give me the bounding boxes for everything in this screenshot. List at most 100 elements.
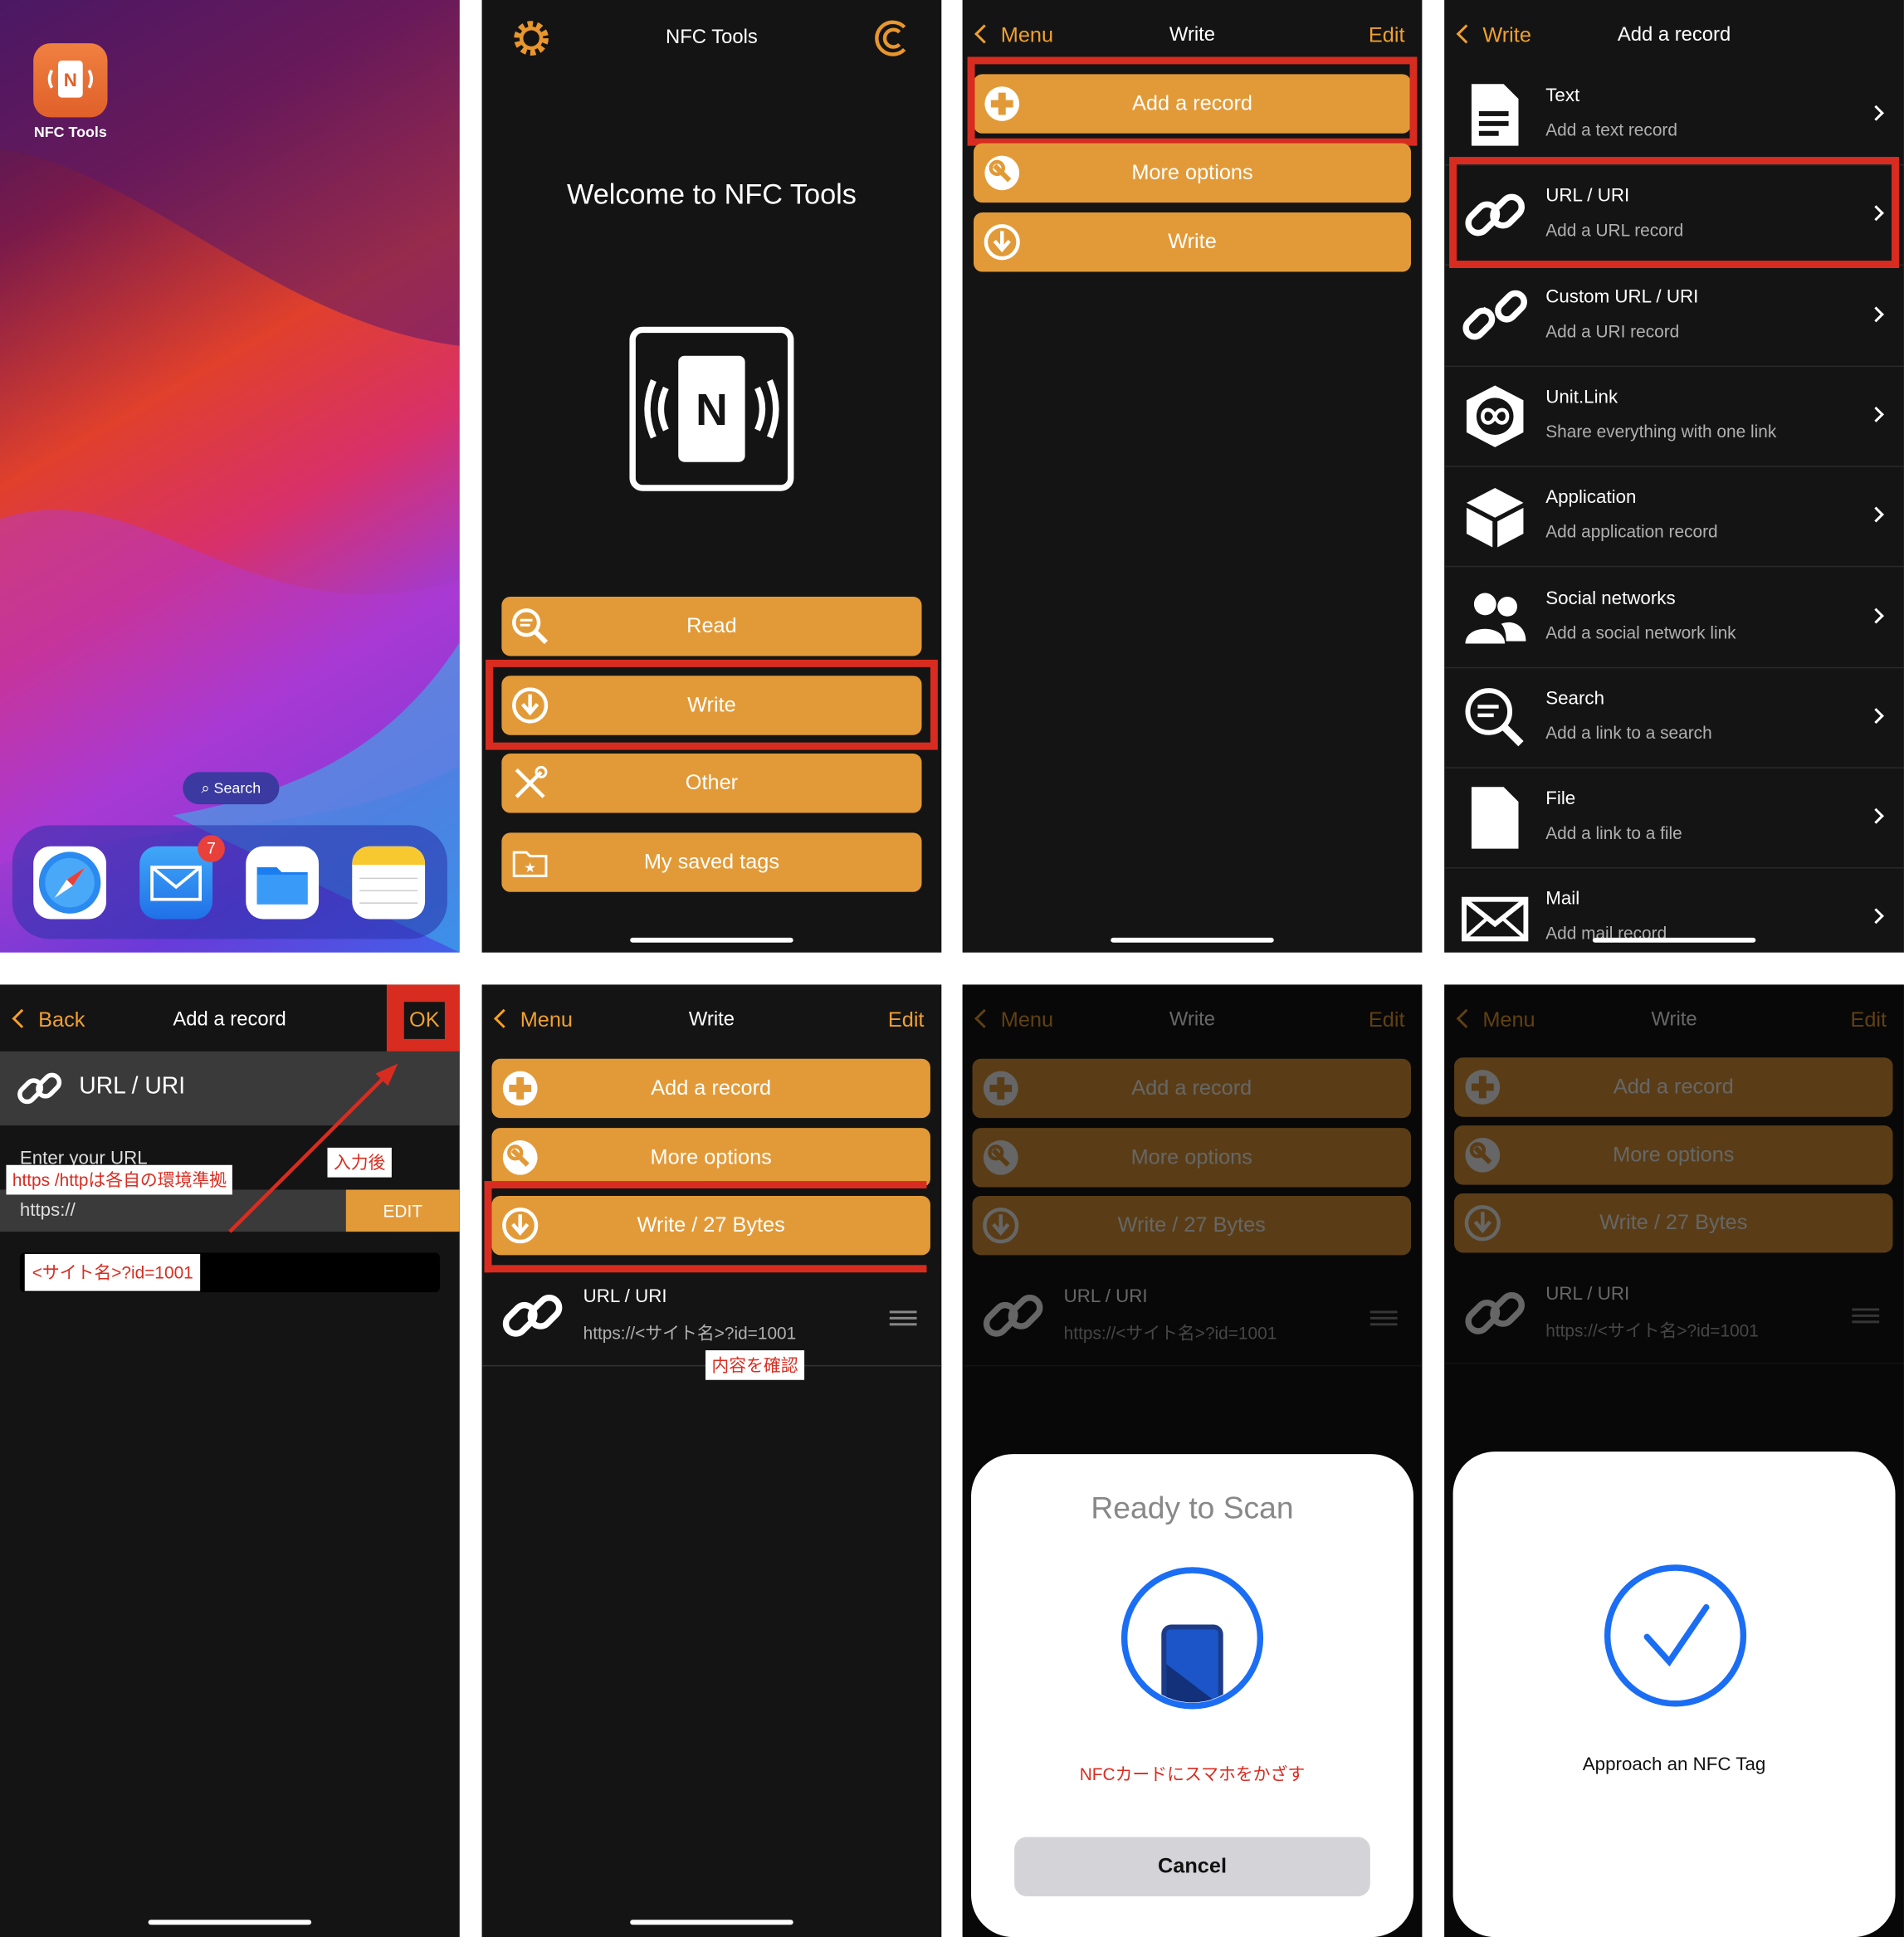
safari-icon[interactable] [33, 846, 107, 920]
more-options-label: More options [1131, 160, 1253, 184]
scan-sheet: Ready to Scan NFCカードにスマホをかざす Cancel [971, 1454, 1413, 1937]
row-title: Social networks [1545, 588, 1676, 609]
nfc-tools-app-icon[interactable]: N [33, 43, 108, 118]
add-record-label: Add a record [651, 1076, 772, 1100]
welcome-text: Welcome to NFC Tools [567, 178, 857, 211]
home-indicator [1111, 937, 1274, 943]
read-label: Read [686, 613, 737, 638]
chevron-right-icon [1867, 306, 1884, 323]
scan-title: Ready to Scan [1091, 1491, 1294, 1526]
nav-title: Write [688, 1009, 735, 1031]
chevron-right-icon [1867, 105, 1884, 121]
scan-instruction: NFCカードにスマホをかざす [1079, 1764, 1306, 1784]
download-icon [984, 224, 1020, 261]
checkmark-icon [1604, 1564, 1747, 1707]
saved-tags-label: My saved tags [643, 850, 780, 874]
row-subtitle: Add a text record [1545, 120, 1677, 140]
cube-icon [1466, 487, 1524, 548]
chevron-right-icon [1867, 406, 1884, 422]
wrench-icon [502, 1139, 538, 1175]
search-pill-label: Search [213, 779, 261, 798]
dock: 7 [12, 825, 447, 939]
record-type-application[interactable]: Application Add application record [1444, 467, 1904, 568]
row-title: Text [1545, 85, 1580, 107]
write-action-button[interactable]: Write [974, 212, 1411, 272]
magnifier-icon [512, 608, 549, 645]
annotation-confirm: 内容を確認 [705, 1350, 805, 1380]
other-button[interactable]: Other [501, 754, 922, 813]
notes-icon[interactable] [352, 846, 426, 920]
row-subtitle: Add a URI record [1545, 321, 1680, 341]
row-subtitle: Add a link to a search [1545, 722, 1712, 743]
record-type-text[interactable]: Text Add a text record [1444, 66, 1904, 166]
row-subtitle: Add a social network link [1545, 622, 1736, 643]
search-icon: ⌕ [201, 779, 210, 798]
pro-logo-icon[interactable] [870, 17, 912, 60]
row-title: Unit.Link [1545, 386, 1618, 408]
app-label: NFC Tools [33, 123, 107, 141]
svg-text:★: ★ [524, 861, 536, 876]
write-ready-screen: Menu Write Edit Add a record More option… [481, 984, 942, 1937]
more-options-button[interactable]: More options [491, 1128, 930, 1188]
record-type-search[interactable]: Search Add a link to a search [1444, 668, 1904, 768]
spotlight-search-pill[interactable]: ⌕ Search [183, 772, 280, 805]
saved-tags-button[interactable]: ★ My saved tags [501, 832, 922, 892]
navigation-bar: Write Add a record [1444, 0, 1904, 64]
edit-button[interactable]: Edit [888, 1008, 925, 1033]
approach-tag-screen: Menu Write Edit Add a record More option… [1444, 984, 1904, 1937]
infinity-icon [1466, 385, 1524, 447]
write-screen: Menu Write Edit Add a record More option… [962, 0, 1423, 953]
row-subtitle: Add a link to a file [1545, 822, 1682, 843]
link-icon [502, 1294, 563, 1337]
write-action-label: Write [1168, 229, 1217, 254]
nfc-icon: N [47, 60, 94, 98]
envelope-icon [1462, 896, 1529, 942]
nfc-logo-icon: N [629, 326, 794, 491]
record-value: https://<サイト名>?id=1001 [583, 1323, 797, 1344]
chevron-right-icon [1867, 708, 1884, 725]
files-icon[interactable] [246, 846, 320, 920]
row-title: File [1545, 788, 1576, 810]
record-type-unit-link[interactable]: Unit.Link Share everything with one link [1444, 367, 1904, 467]
tutorial-collage: N NFC Tools ⌕ Search 7 NFC Tools Welcome… [0, 0, 1904, 1937]
ready-to-scan-screen: Menu Write Edit Add a record More option… [962, 984, 1423, 1937]
row-subtitle: Add application record [1545, 521, 1718, 542]
row-subtitle: Share everything with one link [1545, 421, 1777, 442]
search-icon [1465, 688, 1524, 747]
home-indicator [1592, 937, 1756, 943]
cancel-button[interactable]: Cancel [1014, 1837, 1370, 1897]
more-options-button[interactable]: More options [974, 143, 1411, 203]
record-type-file[interactable]: File Add a link to a file [1444, 768, 1904, 869]
record-type-social[interactable]: Social networks Add a social network lin… [1444, 568, 1904, 669]
reorder-handle-icon[interactable] [889, 1310, 917, 1314]
navigation-bar: Menu Write Edit [482, 984, 942, 1061]
chevron-right-icon [1867, 908, 1884, 925]
edit-button[interactable]: Edit [1369, 23, 1405, 48]
chevron-right-icon [1867, 607, 1884, 624]
success-sheet: Approach an NFC Tag [1452, 1452, 1896, 1937]
read-button[interactable]: Read [501, 596, 922, 656]
nav-title: Add a record [1617, 24, 1731, 46]
record-title: URL / URI [583, 1286, 667, 1307]
url-entry-screen: Back Add a record OK URL / URI Enter you… [0, 984, 460, 1937]
wrench-icon [984, 155, 1020, 191]
plus-icon [502, 1071, 538, 1106]
folder-star-icon: ★ [512, 851, 548, 877]
row-title: Custom URL / URI [1545, 286, 1699, 308]
home-indicator [148, 1920, 312, 1925]
approach-message: Approach an NFC Tag [1582, 1754, 1766, 1776]
nav-title: Write [1169, 24, 1216, 46]
file-icon [1471, 787, 1519, 849]
row-title: Search [1545, 688, 1604, 710]
broken-link-icon [1462, 290, 1527, 340]
add-record-button[interactable]: Add a record [491, 1058, 930, 1119]
highlight-write-bytes [484, 1181, 927, 1273]
add-record-screen: Write Add a record Text Add a text recor… [1444, 0, 1904, 953]
arrow-annotation [228, 1063, 398, 1233]
chevron-right-icon [1867, 506, 1884, 523]
phone-scan-icon [1120, 1567, 1264, 1710]
record-type-custom-url[interactable]: Custom URL / URI Add a URI record [1444, 267, 1904, 368]
svg-text:N: N [64, 70, 77, 90]
highlight-add-record [967, 56, 1418, 146]
home-indicator [630, 937, 793, 943]
